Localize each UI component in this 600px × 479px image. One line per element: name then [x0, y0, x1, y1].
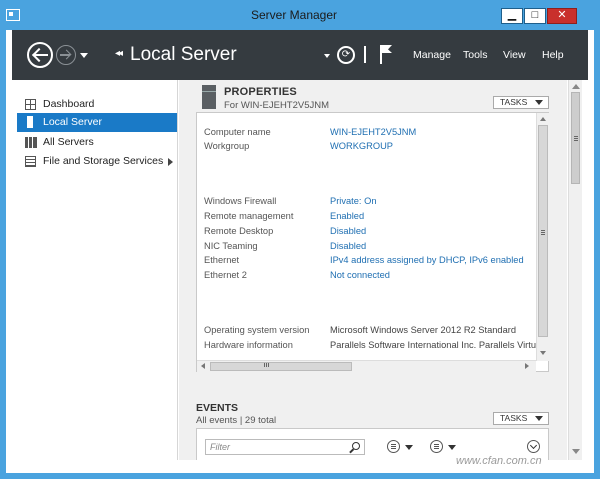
title-bar: Server Manager ▁ □ ✕ — [0, 0, 594, 30]
back-arrow-icon[interactable] — [27, 42, 53, 68]
scroll-right-icon[interactable] — [525, 363, 529, 369]
property-label: Hardware information — [204, 340, 293, 350]
scroll-down-icon[interactable] — [540, 351, 546, 355]
chevron-down-icon — [535, 416, 543, 421]
sidebar-item-all-servers[interactable]: All Servers — [17, 133, 177, 152]
property-label: Windows Firewall — [204, 196, 277, 206]
sidebar-item-dashboard[interactable]: Dashboard — [17, 95, 177, 114]
property-link[interactable]: Not connected — [330, 270, 390, 280]
sidebar-item-label: All Servers — [43, 136, 94, 148]
property-link[interactable]: Disabled — [330, 241, 366, 251]
scroll-up-icon[interactable] — [572, 84, 580, 89]
property-label: Computer name — [204, 127, 271, 137]
property-label: Ethernet — [204, 255, 240, 265]
properties-panel: Computer name WIN-EJEHT2V5JNM Workgroup … — [196, 112, 549, 372]
scroll-thumb[interactable] — [210, 362, 352, 371]
chevron-down-icon[interactable] — [405, 445, 413, 450]
filter-placeholder: Filter — [210, 442, 230, 452]
tasks-label: TASKS — [500, 97, 528, 107]
property-label: Remote Desktop — [204, 226, 274, 236]
maximize-button[interactable]: □ — [524, 8, 546, 24]
property-link[interactable]: Private: On — [330, 196, 377, 206]
chevron-down-icon[interactable] — [448, 445, 456, 450]
saved-queries-icon[interactable] — [430, 440, 443, 453]
scroll-left-icon[interactable] — [201, 363, 205, 369]
refresh-icon[interactable]: ⟳ — [337, 46, 355, 64]
query-list-icon[interactable] — [387, 440, 400, 453]
refresh-dropdown-icon[interactable] — [324, 54, 330, 58]
property-value: Parallels Software International Inc. Pa… — [330, 340, 536, 350]
property-label: Operating system version — [204, 325, 310, 335]
page-title: Local Server — [130, 44, 237, 65]
watermark: www.cfan.com.cn — [456, 455, 542, 467]
expand-collapse-icon[interactable] — [527, 440, 540, 453]
property-label: Workgroup — [204, 141, 250, 151]
storage-icon — [25, 156, 36, 167]
scroll-thumb[interactable] — [571, 92, 580, 184]
grip-icon — [541, 230, 545, 231]
property-label: Remote management — [204, 211, 294, 221]
sidebar-item-label: File and Storage Services — [43, 155, 164, 167]
breadcrumb-arrows-icon: ◂◂ — [115, 48, 123, 59]
menu-view[interactable]: View — [503, 49, 526, 61]
history-dropdown-icon[interactable] — [80, 53, 88, 58]
property-link[interactable]: WIN-EJEHT2V5JNM — [330, 127, 416, 137]
sidebar-item-label: Dashboard — [43, 98, 95, 110]
scroll-up-icon[interactable] — [540, 117, 546, 121]
properties-title: PROPERTIES — [224, 86, 297, 98]
property-label: NIC Teaming — [204, 241, 258, 251]
main-vertical-scrollbar[interactable] — [568, 80, 582, 460]
events-tasks-button[interactable]: TASKS — [493, 412, 549, 425]
forward-arrow-icon[interactable] — [56, 45, 76, 65]
grip-icon — [264, 363, 265, 367]
property-link[interactable]: WORKGROUP — [330, 141, 393, 151]
properties-subtitle: For WIN-EJEHT2V5JNM — [224, 100, 330, 111]
property-link[interactable]: IPv4 address assigned by DHCP, IPv6 enab… — [330, 255, 524, 265]
close-button[interactable]: ✕ — [547, 8, 577, 24]
header-separator — [364, 46, 366, 63]
expand-arrow-icon[interactable] — [168, 158, 173, 166]
scroll-thumb[interactable] — [538, 125, 548, 337]
sidebar-item-local-server[interactable]: Local Server — [17, 113, 177, 132]
events-title: EVENTS — [196, 402, 239, 414]
property-link[interactable]: Disabled — [330, 226, 366, 236]
scroll-down-icon[interactable] — [572, 449, 580, 454]
events-summary: All events | 29 total — [196, 415, 277, 426]
property-link[interactable]: Enabled — [330, 211, 364, 221]
server-tile-icon — [202, 85, 216, 109]
dashboard-icon — [25, 99, 36, 110]
filter-input[interactable]: Filter — [205, 439, 365, 455]
property-label: Ethernet 2 — [204, 270, 247, 280]
minimize-button[interactable]: ▁ — [501, 8, 523, 24]
grip-icon — [574, 136, 578, 137]
server-icon — [27, 116, 33, 128]
sidebar-item-label: Local Server — [43, 116, 102, 128]
notifications-flag-icon[interactable] — [379, 44, 393, 64]
sidebar: Dashboard Local Server All Servers File … — [12, 80, 178, 460]
properties-tasks-button[interactable]: TASKS — [493, 96, 549, 109]
properties-horizontal-scrollbar[interactable] — [197, 360, 536, 372]
menu-tools[interactable]: Tools — [463, 49, 488, 61]
properties-vertical-scrollbar[interactable] — [536, 113, 549, 361]
chevron-down-icon — [535, 100, 543, 105]
sidebar-item-file-storage[interactable]: File and Storage Services — [17, 152, 177, 171]
servers-icon — [25, 137, 37, 148]
tasks-label: TASKS — [500, 413, 528, 423]
menu-manage[interactable]: Manage — [413, 49, 451, 61]
header-bar: ◂◂ Local Server ⟳ Manage Tools View Help — [12, 30, 588, 80]
search-icon[interactable] — [352, 442, 360, 450]
property-value: Microsoft Windows Server 2012 R2 Standar… — [330, 325, 517, 335]
menu-help[interactable]: Help — [542, 49, 564, 61]
